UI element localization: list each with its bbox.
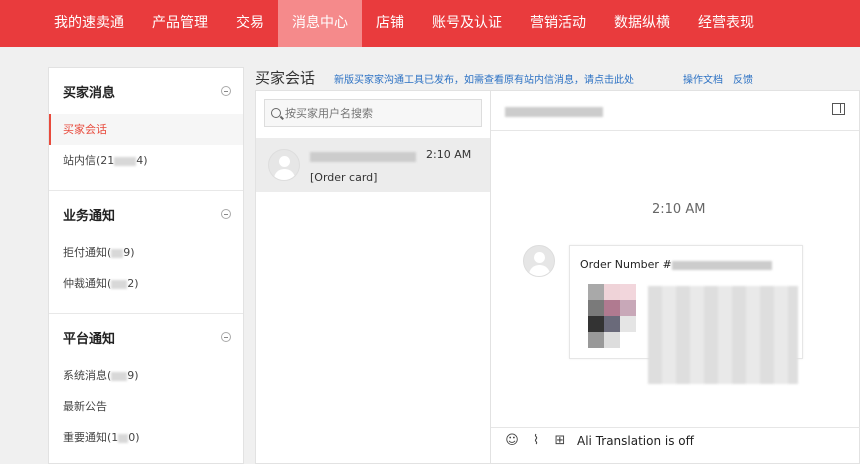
sidebar-item-suffix: 9) xyxy=(127,369,139,382)
redacted-count xyxy=(111,279,128,289)
conversation-item[interactable]: 2:10 AM [Order card] xyxy=(256,138,490,192)
order-icon[interactable]: ⊞ xyxy=(553,433,567,448)
nav-my-aliexpress[interactable]: 我的速卖通 xyxy=(40,0,138,47)
sidebar: 买家消息 买家会话 站内信(21 4) 业务通知 拒付通知(9) 仲裁通知(2) … xyxy=(48,67,244,464)
page-title: 买家会话 xyxy=(255,69,316,87)
sidebar-item-buyer-chat[interactable]: 买家会话 xyxy=(49,114,243,145)
notice-link[interactable]: 新版买家家沟通工具已发布，如需查看原有站内信消息，请点击此处 xyxy=(334,71,634,86)
sidebar-item-important[interactable]: 重要通知(1 0) xyxy=(49,422,243,453)
group-header[interactable]: 业务通知 xyxy=(49,191,243,237)
redacted-order-details xyxy=(648,286,798,384)
redacted-order-number xyxy=(671,260,772,270)
conversation-preview: [Order card] xyxy=(310,171,378,184)
sidebar-item-label: 重要通知(1 xyxy=(63,431,119,444)
nav-product-management[interactable]: 产品管理 xyxy=(138,0,222,47)
order-card[interactable]: Order Number # xyxy=(569,245,803,384)
sidebar-item-arbitration[interactable]: 仲裁通知( 2) xyxy=(49,268,243,299)
collapse-icon[interactable] xyxy=(221,86,231,96)
nav-message-center[interactable]: 消息中心 xyxy=(278,0,362,47)
redacted-chat-title xyxy=(505,107,603,117)
nav-data[interactable]: 数据纵横 xyxy=(600,0,684,47)
sender-avatar xyxy=(523,245,555,277)
chat-toolbar: ☺ ⌇ ⊞ Ali Translation is off xyxy=(491,427,860,453)
sidebar-group-business: 业务通知 拒付通知( 9) 仲裁通知( 2) xyxy=(49,191,243,314)
sidebar-item-label: 仲裁通知( xyxy=(63,277,112,290)
docs-link[interactable]: 操作文档 xyxy=(683,71,723,86)
nav-transactions[interactable]: 交易 xyxy=(222,0,278,47)
feedback-link[interactable]: 反馈 xyxy=(733,71,753,86)
attachment-icon[interactable]: ⌇ xyxy=(529,433,543,448)
sidebar-item-label: 系统消息( xyxy=(63,369,112,382)
redacted-buyer-name xyxy=(310,152,416,162)
redacted-count xyxy=(111,248,124,258)
product-thumbnail xyxy=(588,284,636,350)
order-number: Order Number # xyxy=(580,258,772,271)
sidebar-item-suffix: 0) xyxy=(128,431,140,444)
collapse-icon[interactable] xyxy=(221,332,231,342)
message-timestamp: 2:10 AM xyxy=(652,202,706,217)
sidebar-group-platform: 平台通知 系统消息( 9) 最新公告 重要通知(1 0) xyxy=(49,314,243,453)
search-box[interactable] xyxy=(264,99,482,127)
sidebar-group-buyer-messages: 买家消息 买家会话 站内信(21 4) xyxy=(49,68,243,191)
search-input[interactable] xyxy=(285,106,465,120)
redacted-count xyxy=(114,156,137,166)
conversation-list: 2:10 AM [Order card] xyxy=(255,90,491,464)
chat-panel: 2:10 AM Order Number # ☺ ⌇ ⊞ Ali Transla… xyxy=(491,90,860,464)
chat-header xyxy=(491,91,859,131)
top-navigation: 我的速卖通 产品管理 交易 消息中心 店铺 账号及认证 营销活动 数据纵横 经营… xyxy=(0,0,860,47)
translation-status[interactable]: Ali Translation is off xyxy=(577,434,694,448)
sidebar-item-suffix: 2) xyxy=(127,277,139,290)
buyer-avatar xyxy=(268,149,300,181)
group-title: 平台通知 xyxy=(63,331,116,347)
sidebar-item-chargeback[interactable]: 拒付通知( 9) xyxy=(49,237,243,268)
nav-account[interactable]: 账号及认证 xyxy=(418,0,516,47)
group-title: 买家消息 xyxy=(63,85,116,101)
nav-performance[interactable]: 经营表现 xyxy=(684,0,768,47)
sidebar-item-label: 买家会话 xyxy=(63,123,107,136)
redacted-count xyxy=(111,371,128,381)
group-title: 业务通知 xyxy=(63,208,116,224)
order-number-label: Order Number # xyxy=(580,258,672,271)
sidebar-item-label: 拒付通知( xyxy=(63,246,112,259)
search-icon xyxy=(271,108,281,118)
group-header[interactable]: 平台通知 xyxy=(49,314,243,360)
nav-marketing[interactable]: 营销活动 xyxy=(516,0,600,47)
nav-store[interactable]: 店铺 xyxy=(362,0,418,47)
conversation-time: 2:10 AM xyxy=(426,148,472,161)
side-panel-icon[interactable] xyxy=(832,103,845,115)
emoji-icon[interactable]: ☺ xyxy=(505,433,519,448)
sidebar-item-inbox[interactable]: 站内信(21 4) xyxy=(49,145,243,176)
sidebar-item-suffix: 9) xyxy=(123,246,135,259)
sidebar-item-system[interactable]: 系统消息( 9) xyxy=(49,360,243,391)
sidebar-item-announcements[interactable]: 最新公告 xyxy=(49,391,243,422)
sidebar-item-suffix: 4) xyxy=(136,154,148,167)
redacted-count xyxy=(118,433,129,443)
collapse-icon[interactable] xyxy=(221,209,231,219)
group-header[interactable]: 买家消息 xyxy=(49,68,243,114)
sidebar-item-label: 站内信(21 xyxy=(63,154,115,167)
sidebar-item-label: 最新公告 xyxy=(63,400,107,413)
